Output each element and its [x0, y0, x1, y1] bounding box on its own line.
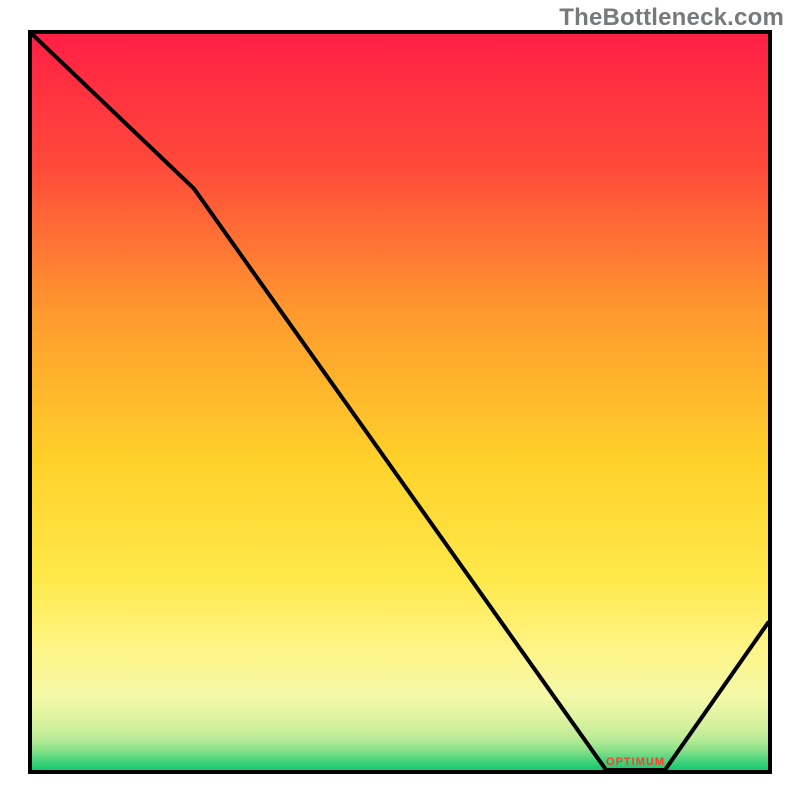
watermark-text: TheBottleneck.com: [559, 4, 784, 32]
plot-area: OPTIMUM: [32, 34, 768, 770]
optimum-label: OPTIMUM: [606, 756, 665, 768]
bottleneck-line: [32, 34, 768, 770]
plot-border: OPTIMUM: [28, 30, 772, 774]
chart-frame: TheBottleneck.com: [0, 0, 800, 800]
